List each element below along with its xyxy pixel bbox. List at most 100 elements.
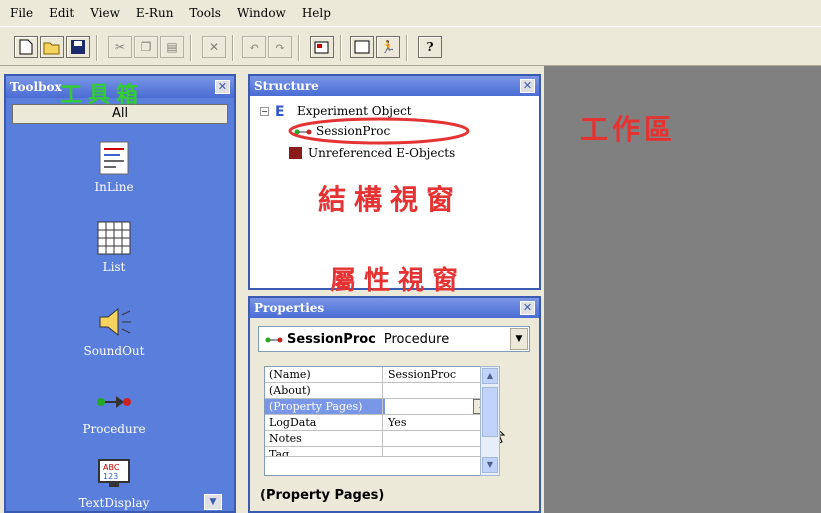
menu-file[interactable]: File bbox=[10, 6, 33, 20]
run-button[interactable]: 🏃 bbox=[376, 36, 400, 58]
inline-icon bbox=[94, 138, 134, 178]
properties-title: Properties bbox=[250, 298, 539, 318]
property-row[interactable]: Notes bbox=[265, 431, 495, 447]
property-row-selected[interactable]: (Property Pages) ... bbox=[265, 399, 495, 415]
property-name: Notes bbox=[265, 431, 383, 446]
property-description: (Property Pages) bbox=[260, 488, 385, 503]
tool-textdisplay[interactable]: ABC 123 TextDisplay bbox=[6, 454, 222, 510]
book-icon bbox=[289, 147, 302, 159]
procedure-icon bbox=[265, 337, 283, 343]
property-value: Yes bbox=[388, 416, 407, 429]
menu-e-run[interactable]: E-Run bbox=[136, 6, 174, 20]
highlight-ellipse bbox=[288, 117, 470, 145]
tool-inline[interactable]: InLine bbox=[6, 138, 222, 194]
property-row[interactable]: LogData Yes bbox=[265, 415, 495, 431]
property-name: (Property Pages) bbox=[265, 399, 383, 414]
property-grid: (Name) SessionProc (About) (Property Pag… bbox=[264, 366, 506, 476]
chevron-down-icon: ▼ bbox=[209, 497, 217, 507]
tool-list[interactable]: List bbox=[6, 218, 222, 274]
tree-item-unreferenced[interactable]: Unreferenced E-Objects bbox=[288, 146, 455, 160]
property-row[interactable]: (Name) SessionProc bbox=[265, 367, 495, 383]
tool-textdisplay-label: TextDisplay bbox=[78, 496, 150, 510]
scroll-up-button[interactable]: ▲ bbox=[482, 368, 498, 384]
property-row[interactable]: Tag bbox=[265, 447, 495, 457]
toolbox-panel: Toolbox ✕ All InLine List SoundOut Proce… bbox=[4, 74, 236, 513]
menu-bar: File Edit View E-Run Tools Window Help bbox=[0, 0, 821, 26]
copy-icon: ❐ bbox=[140, 40, 152, 54]
svg-text:123: 123 bbox=[103, 472, 118, 481]
close-icon: ✕ bbox=[217, 80, 228, 93]
tool-soundout[interactable]: SoundOut bbox=[6, 302, 222, 358]
toolbar: ✂ ❐ ▤ ✕ ↶ ↷ 🏃 ? bbox=[0, 26, 821, 66]
menu-help[interactable]: Help bbox=[302, 6, 331, 20]
tool-procedure[interactable]: Procedure bbox=[6, 380, 222, 436]
properties-close-button[interactable]: ✕ bbox=[520, 301, 535, 315]
toolbox-close-button[interactable]: ✕ bbox=[215, 80, 230, 94]
delete-button[interactable]: ✕ bbox=[202, 36, 226, 58]
save-button[interactable] bbox=[66, 36, 90, 58]
help-icon: ? bbox=[426, 40, 434, 54]
property-name: (Name) bbox=[265, 367, 383, 382]
paste-icon: ▤ bbox=[166, 40, 178, 54]
combo-dropdown-button[interactable]: ▼ bbox=[510, 328, 528, 350]
menu-edit[interactable]: Edit bbox=[49, 6, 74, 20]
properties-icon bbox=[314, 41, 329, 54]
object-selector[interactable]: SessionProc Procedure ▼ bbox=[258, 326, 530, 352]
new-icon bbox=[19, 39, 33, 55]
tool-inline-label: InLine bbox=[94, 180, 134, 194]
toolbox-annotation: 工具箱 bbox=[60, 83, 145, 108]
menu-window[interactable]: Window bbox=[237, 6, 286, 20]
property-name: LogData bbox=[265, 415, 383, 430]
structure-close-button[interactable]: ✕ bbox=[520, 79, 535, 93]
scroll-down-button[interactable]: ▼ bbox=[482, 457, 498, 473]
menu-tools[interactable]: Tools bbox=[189, 6, 221, 20]
cut-icon: ✂ bbox=[114, 40, 126, 54]
selected-object-type: Procedure bbox=[383, 331, 450, 347]
undo-button[interactable]: ↶ bbox=[242, 36, 266, 58]
property-value: SessionProc bbox=[388, 368, 457, 381]
tool-soundout-label: SoundOut bbox=[83, 344, 145, 358]
tool-procedure-label: Procedure bbox=[82, 422, 146, 436]
property-name: (About) bbox=[265, 383, 383, 398]
property-row[interactable]: (About) bbox=[265, 383, 495, 399]
collapse-icon: − bbox=[260, 106, 269, 116]
cut-button[interactable]: ✂ bbox=[108, 36, 132, 58]
new-button[interactable] bbox=[14, 36, 38, 58]
close-icon: ✕ bbox=[522, 79, 533, 92]
redo-button[interactable]: ↷ bbox=[268, 36, 292, 58]
workspace-annotation: 工作區 bbox=[580, 113, 677, 146]
list-icon bbox=[94, 218, 134, 258]
save-icon bbox=[71, 40, 85, 54]
text-display-icon: ABC 123 bbox=[94, 454, 134, 494]
property-name: Tag bbox=[265, 447, 383, 456]
copy-button[interactable]: ❐ bbox=[134, 36, 158, 58]
property-scrollbar[interactable]: ▲ ▼ bbox=[480, 366, 500, 476]
properties-annotation: 屬性視窗 bbox=[330, 266, 467, 296]
structure-annotation: 結構視窗 bbox=[318, 183, 463, 216]
delete-icon: ✕ bbox=[208, 40, 220, 54]
open-folder-icon bbox=[43, 42, 60, 55]
property-value bbox=[385, 383, 495, 398]
structure-title: Structure bbox=[250, 76, 539, 96]
speaker-icon bbox=[94, 302, 134, 342]
svg-text:E: E bbox=[275, 104, 285, 118]
property-value bbox=[385, 447, 495, 456]
properties-button[interactable] bbox=[310, 36, 334, 58]
tree-item-label: Unreferenced E-Objects bbox=[308, 146, 456, 160]
close-icon: ✕ bbox=[522, 301, 533, 314]
toolbox-scroll-button[interactable]: ▼ bbox=[204, 494, 222, 510]
open-button[interactable] bbox=[40, 36, 64, 58]
procedure-icon bbox=[94, 380, 134, 420]
run-icon: 🏃 bbox=[380, 40, 396, 54]
properties-panel: Properties ✕ SessionProc Procedure ▼ (Na… bbox=[248, 296, 541, 513]
menu-view[interactable]: View bbox=[90, 6, 120, 20]
paste-button[interactable]: ▤ bbox=[160, 36, 184, 58]
undo-icon: ↶ bbox=[248, 40, 260, 54]
new-window-icon bbox=[354, 40, 370, 54]
selected-object-name: SessionProc bbox=[287, 331, 376, 347]
chevron-down-icon: ▼ bbox=[515, 334, 523, 344]
scroll-thumb[interactable] bbox=[482, 387, 498, 437]
help-button[interactable]: ? bbox=[418, 36, 442, 58]
new-window-button[interactable] bbox=[350, 36, 374, 58]
redo-icon: ↷ bbox=[274, 40, 286, 54]
